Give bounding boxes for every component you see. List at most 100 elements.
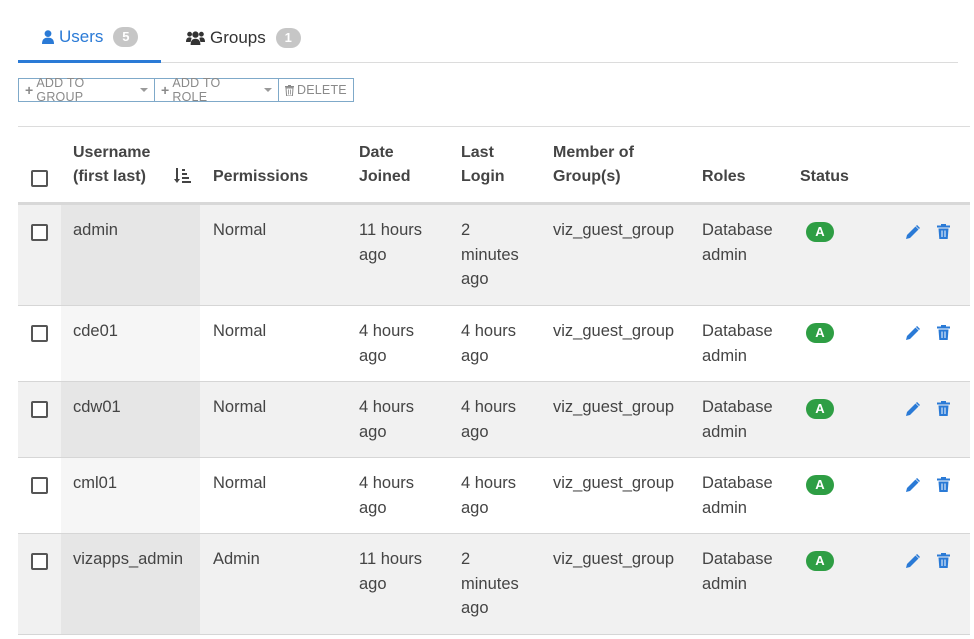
row-checkbox[interactable] <box>31 224 48 241</box>
trash-icon[interactable] <box>937 224 950 239</box>
plus-icon: + <box>25 82 34 98</box>
cell-last-login-line1: 2 <box>461 550 471 568</box>
row-checkbox[interactable] <box>31 401 48 418</box>
trash-icon[interactable] <box>937 325 950 340</box>
cell-last-login-line2: minutes <box>461 245 519 264</box>
status-badge: A <box>806 222 834 242</box>
cell-date-joined-line2: ago <box>359 422 387 441</box>
status-badge: A <box>806 475 834 495</box>
table-row: vizapps_admin Admin 11 hours ago 2 minut… <box>18 534 970 635</box>
groups-count-badge: 1 <box>275 28 301 48</box>
sorted-column-shade <box>61 306 200 381</box>
pencil-icon[interactable] <box>905 326 920 341</box>
cell-username: admin <box>73 221 118 239</box>
add-to-group-button[interactable]: + ADD TO GROUP <box>18 76 155 104</box>
header-member-of-line1: Member of <box>553 144 634 161</box>
cell-date-joined: 4 hours ago <box>359 471 414 520</box>
trash-icon[interactable] <box>937 477 950 492</box>
pencil-icon[interactable] <box>905 554 920 569</box>
cell-last-login: 2 minutes ago <box>461 547 519 621</box>
sort-amount-icon[interactable] <box>174 167 192 185</box>
header-last-login[interactable]: Last Login <box>461 141 505 189</box>
cell-username: vizapps_admin <box>73 550 184 568</box>
tab-groups-label: Groups <box>210 28 266 47</box>
add-to-role-button[interactable]: + ADD TO ROLE <box>155 76 279 104</box>
header-date-joined-line1: Date <box>359 144 394 161</box>
cell-roles-line1: Database <box>702 474 773 492</box>
cell-last-login: 4 hours ago <box>461 319 516 368</box>
cell-groups: viz_guest_group <box>553 550 675 568</box>
cell-roles-line2: admin <box>702 422 747 441</box>
user-icon <box>42 30 54 44</box>
cell-roles-line1: Database <box>702 221 773 239</box>
pencil-icon[interactable] <box>905 225 920 240</box>
users-count-badge: 5 <box>113 27 139 47</box>
table-row: admin Normal 11 hours ago 2 minutes ago … <box>18 205 970 306</box>
cell-last-login-line2: ago <box>461 498 489 517</box>
header-last-login-line2: Login <box>461 168 505 185</box>
cell-date-joined-line2: ago <box>359 498 387 517</box>
sorted-column-shade <box>61 458 200 533</box>
cell-date-joined: 11 hours ago <box>359 547 422 596</box>
cell-permissions: Normal <box>213 474 267 492</box>
tab-users-label: Users <box>59 27 104 46</box>
header-username[interactable]: Username (first last) <box>73 141 150 189</box>
delete-button[interactable]: DELETE <box>279 78 354 102</box>
cell-date-joined-line1: 4 hours <box>359 398 415 416</box>
status-badge: A <box>806 399 834 419</box>
cell-permissions: Normal <box>213 322 267 340</box>
cell-permissions: Normal <box>213 398 267 416</box>
action-toolbar: + ADD TO GROUP + ADD TO ROLE DELETE <box>18 76 354 104</box>
add-to-group-label: ADD TO GROUP <box>36 76 85 104</box>
cell-last-login-line2: ago <box>461 422 489 441</box>
chevron-down-icon <box>140 88 148 92</box>
chevron-down-icon <box>264 88 272 92</box>
pencil-icon[interactable] <box>905 478 920 493</box>
cell-date-joined-line2: ago <box>359 574 387 593</box>
header-date-joined[interactable]: Date Joined <box>359 141 411 189</box>
table-row: cde01 Normal 4 hours ago 4 hours ago viz… <box>18 306 970 382</box>
trash-icon[interactable] <box>937 553 950 568</box>
cell-last-login-line1: 4 hours <box>461 398 517 416</box>
cell-date-joined: 4 hours ago <box>359 319 414 368</box>
row-checkbox[interactable] <box>31 477 48 494</box>
cell-last-login-line3: ago <box>461 599 489 617</box>
cell-last-login: 4 hours ago <box>461 395 516 444</box>
header-username-line1: Username <box>73 144 151 161</box>
add-to-role-label: ADD TO ROLE <box>172 76 221 104</box>
cell-username: cde01 <box>73 322 118 340</box>
plus-icon: + <box>161 82 170 98</box>
cell-date-joined-line1: 4 hours <box>359 474 415 492</box>
table-row: cdw01 Normal 4 hours ago 4 hours ago viz… <box>18 382 970 458</box>
row-checkbox[interactable] <box>31 325 48 342</box>
cell-last-login-line2: minutes <box>461 574 519 593</box>
cell-date-joined-line1: 4 hours <box>359 322 415 340</box>
cell-groups: viz_guest_group <box>553 474 675 492</box>
cell-last-login: 4 hours ago <box>461 471 516 520</box>
header-member-of[interactable]: Member of Group(s) <box>553 141 634 189</box>
select-all-checkbox[interactable] <box>31 170 48 187</box>
trash-icon[interactable] <box>937 401 950 416</box>
header-date-joined-line2: Joined <box>359 168 411 185</box>
header-status[interactable]: Status <box>800 165 849 189</box>
header-roles[interactable]: Roles <box>702 165 746 189</box>
header-permissions[interactable]: Permissions <box>213 165 308 189</box>
table-row: cml01 Normal 4 hours ago 4 hours ago viz… <box>18 458 970 534</box>
cell-roles-line1: Database <box>702 398 773 416</box>
cell-permissions: Normal <box>213 221 267 239</box>
row-checkbox[interactable] <box>31 553 48 570</box>
tab-users[interactable]: Users 5 <box>18 14 161 63</box>
cell-username: cml01 <box>73 474 118 492</box>
cell-date-joined-line1: 11 hours <box>359 550 422 568</box>
cell-last-login-line1: 2 <box>461 221 471 239</box>
cell-last-login-line3: ago <box>461 270 489 288</box>
cell-roles-line1: Database <box>702 550 773 568</box>
cell-date-joined-line2: ago <box>359 346 387 365</box>
tab-groups[interactable]: Groups 1 <box>186 14 316 62</box>
cell-roles-line2: admin <box>702 245 747 264</box>
cell-date-joined-line1: 11 hours <box>359 221 422 239</box>
users-icon <box>186 31 205 45</box>
trash-icon <box>285 84 294 96</box>
pencil-icon[interactable] <box>905 402 920 417</box>
cell-roles: Database admin <box>702 547 773 596</box>
